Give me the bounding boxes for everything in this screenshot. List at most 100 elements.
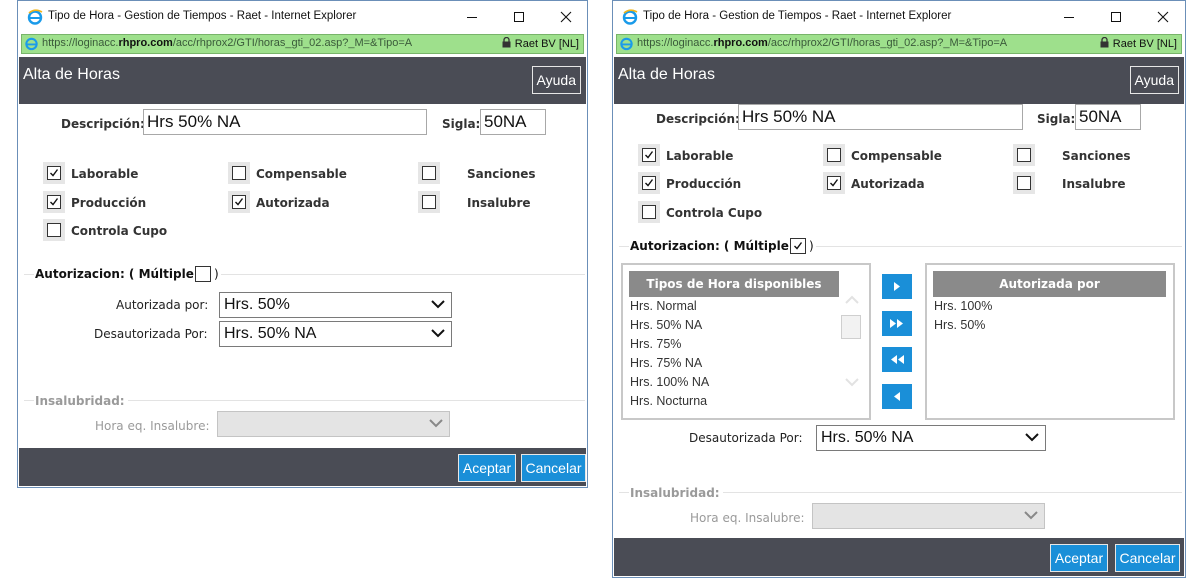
close-icon[interactable] (553, 6, 579, 28)
insalubre-checkbox[interactable] (418, 191, 440, 213)
compensable-checkbox[interactable] (823, 144, 845, 166)
controla-cupo-checkbox[interactable] (638, 201, 660, 223)
scroll-thumb[interactable] (841, 315, 861, 339)
fieldset-border (816, 246, 1182, 247)
autorizacion-legend-close: ) (214, 267, 219, 281)
insalubridad-legend: Insalubridad: (630, 486, 720, 500)
autorizada-checkbox[interactable] (228, 191, 250, 213)
hora-eq-select[interactable] (217, 411, 450, 437)
fieldset-border (24, 274, 34, 275)
descripcion-input[interactable]: Hrs 50% NA (143, 109, 427, 135)
dialog-footer: Aceptar Cancelar (614, 538, 1184, 576)
page-header: Alta de Horas Ayuda (19, 57, 586, 104)
page-ie-icon (25, 37, 38, 51)
chevron-down-icon (431, 300, 445, 309)
caret-right-icon (894, 282, 900, 291)
list-item[interactable]: Hrs. 50% NA (630, 318, 702, 332)
autorizada-checkbox[interactable] (823, 172, 845, 194)
accept-button[interactable]: Aceptar (1050, 544, 1108, 572)
chevron-down-icon (429, 419, 443, 428)
selected-list-header: Autorizada por (933, 271, 1166, 297)
sanciones-checkbox[interactable] (418, 162, 440, 184)
title-bar: Tipo de Hora - Gestion de Tiempos - Raet… (18, 1, 587, 33)
produccion-checkbox[interactable] (43, 191, 65, 213)
laborable-checkbox[interactable] (638, 144, 660, 166)
chevron-down-icon (1025, 433, 1039, 442)
page-title: Alta de Horas (23, 66, 120, 83)
internet-explorer-icon (622, 9, 638, 25)
double-caret-left-icon (891, 355, 904, 364)
list-item[interactable]: Hrs. 50% (934, 318, 985, 332)
fieldset-border (221, 274, 585, 275)
fieldset-border (128, 400, 585, 401)
insalubre-checkbox[interactable] (1013, 172, 1035, 194)
autorizada-por-value: Hrs. 50% (224, 296, 290, 313)
certificate-label[interactable]: Raet BV [NL] (1100, 36, 1177, 50)
window-title: Tipo de Hora - Gestion de Tiempos - Raet… (48, 10, 357, 22)
multiple-checkbox[interactable] (195, 266, 211, 282)
lock-icon (1100, 36, 1109, 48)
move-all-right-button[interactable] (882, 311, 912, 336)
minimize-icon[interactable] (1056, 6, 1082, 28)
dialog-window-multiple: Tipo de Hora - Gestion de Tiempos - Raet… (612, 0, 1186, 578)
cancel-button[interactable]: Cancelar (1115, 544, 1180, 572)
insalubre-label: Insalubre (467, 196, 531, 210)
window-title: Tipo de Hora - Gestion de Tiempos - Raet… (643, 10, 952, 22)
multiple-checkbox[interactable] (790, 238, 806, 254)
maximize-icon[interactable] (506, 6, 532, 28)
list-item[interactable]: Hrs. 75% (630, 337, 681, 351)
produccion-label: Producción (71, 196, 147, 210)
move-left-button[interactable] (882, 384, 912, 409)
list-item[interactable]: Hrs. 100% NA (630, 375, 709, 389)
autorizada-label: Autorizada (256, 196, 330, 210)
move-all-left-button[interactable] (882, 347, 912, 372)
minimize-icon[interactable] (459, 6, 485, 28)
address-bar[interactable]: https://loginacc.rhpro.com/acc/rhprox2/G… (616, 34, 1182, 54)
double-caret-right-icon (890, 319, 903, 328)
compensable-checkbox[interactable] (228, 162, 250, 184)
compensable-label: Compensable (256, 167, 347, 181)
autorizada-por-select[interactable]: Hrs. 50% (219, 292, 452, 318)
scroll-down-icon[interactable] (844, 377, 860, 387)
help-button[interactable]: Ayuda (1129, 66, 1179, 94)
desautorizada-por-select[interactable]: Hrs. 50% NA (816, 425, 1046, 451)
move-right-button[interactable] (882, 274, 912, 299)
accept-button[interactable]: Aceptar (458, 454, 516, 482)
maximize-icon[interactable] (1103, 6, 1129, 28)
help-button[interactable]: Ayuda (531, 66, 581, 94)
list-item[interactable]: Hrs. Nocturna (630, 394, 707, 408)
chevron-down-icon (1024, 511, 1038, 520)
address-bar[interactable]: https://loginacc.rhpro.com/acc/rhprox2/G… (21, 34, 584, 54)
sigla-input[interactable]: 50NA (1075, 104, 1141, 130)
dialog-footer: Aceptar Cancelar (19, 448, 586, 486)
produccion-checkbox[interactable] (638, 172, 660, 194)
desautorizada-por-value: Hrs. 50% NA (821, 429, 914, 446)
scroll-up-icon[interactable] (844, 295, 860, 305)
list-item[interactable]: Hrs. 100% (934, 299, 992, 313)
list-item[interactable]: Hrs. 75% NA (630, 356, 702, 370)
close-icon[interactable] (1150, 6, 1176, 28)
laborable-label: Laborable (666, 149, 734, 163)
checkmark-icon (830, 179, 839, 187)
descripcion-label: Descripción: (61, 117, 145, 131)
checkmark-icon (50, 198, 59, 206)
desautorizada-por-select[interactable]: Hrs. 50% NA (219, 321, 452, 347)
fieldset-border (24, 400, 34, 401)
laborable-checkbox[interactable] (43, 162, 65, 184)
controla-cupo-checkbox[interactable] (43, 219, 65, 241)
descripcion-input[interactable]: Hrs 50% NA (738, 104, 1023, 130)
hora-eq-select[interactable] (812, 503, 1045, 529)
desautorizada-por-label: Desautorizada Por: (94, 327, 208, 341)
sanciones-checkbox[interactable] (1013, 144, 1035, 166)
autorizacion-legend-close: ) (809, 239, 814, 253)
descripcion-label: Descripción: (656, 112, 740, 126)
list-item[interactable]: Hrs. Normal (630, 299, 697, 313)
compensable-label: Compensable (851, 149, 942, 163)
laborable-label: Laborable (71, 167, 139, 181)
autorizada-por-list[interactable]: Autorizada por Hrs. 100% Hrs. 50% (925, 263, 1175, 420)
sigla-input[interactable]: 50NA (480, 109, 546, 135)
available-hours-list[interactable]: Tipos de Hora disponibles Hrs. Normal Hrs… (621, 263, 871, 420)
desautorizada-por-value: Hrs. 50% NA (224, 325, 317, 342)
cancel-button[interactable]: Cancelar (521, 454, 586, 482)
certificate-label[interactable]: Raet BV [NL] (502, 36, 579, 50)
